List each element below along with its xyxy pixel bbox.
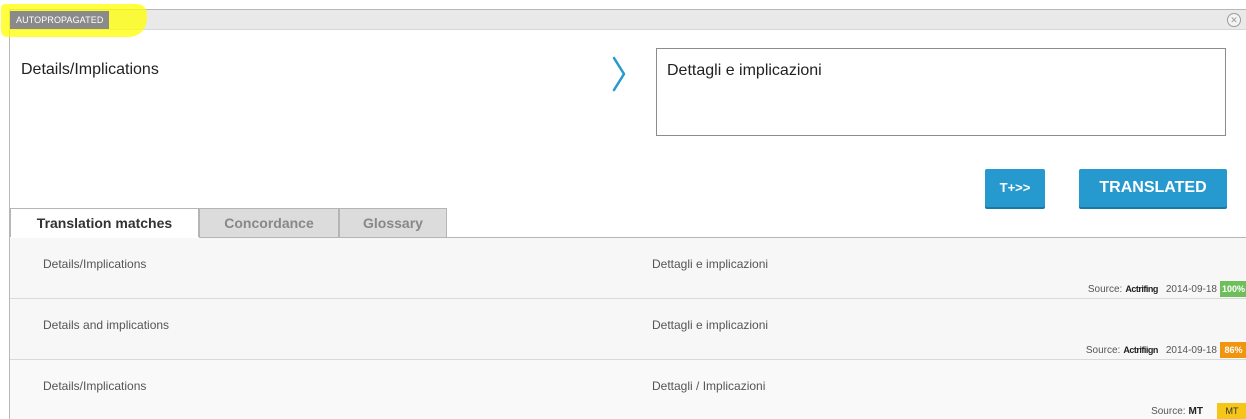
segment-header: AUTOPROPAGATED ✕: [1, 4, 1246, 37]
match-score-badge: MT: [1217, 403, 1246, 419]
match-source-text: Details and implications: [43, 318, 170, 332]
segment-editor: AUTOPROPAGATED ✕ Details/Implications De…: [1, 4, 1246, 419]
close-icon[interactable]: ✕: [1227, 13, 1241, 27]
match-author: Actrifing: [1125, 284, 1158, 294]
match-row[interactable]: Details/Implications Dettagli e implicaz…: [10, 238, 1246, 299]
source-segment-text: Details/Implications: [21, 61, 159, 78]
status-badge: AUTOPROPAGATED: [10, 11, 110, 29]
match-source-label: Source:: [1087, 283, 1123, 295]
match-source-text: Details/Implications: [43, 379, 147, 393]
match-row[interactable]: Details/Implications Dettagli / Implicaz…: [10, 360, 1246, 419]
match-meta: Source: MT MT: [1151, 403, 1246, 419]
translated-button[interactable]: TRANSLATED: [1079, 169, 1227, 207]
match-target-text: Dettagli e implicazioni: [652, 257, 769, 271]
match-score-badge: 86%: [1220, 342, 1246, 358]
match-score-badge: 100%: [1220, 281, 1246, 297]
chevron-right-icon[interactable]: [610, 54, 628, 94]
match-row[interactable]: Details and implications Dettagli e impl…: [10, 299, 1246, 360]
match-author: MT: [1188, 405, 1203, 417]
match-source-text: Details/Implications: [43, 257, 147, 271]
match-target-text: Dettagli / Implicazioni: [652, 379, 766, 393]
match-source-label: Source:: [1151, 405, 1186, 417]
tab-glossary[interactable]: Glossary: [339, 208, 447, 237]
match-target-text: Dettagli e implicazioni: [652, 318, 769, 332]
target-segment-editor[interactable]: Dettagli e implicazioni: [656, 48, 1226, 136]
match-meta: Source: Actrifing 2014-09-18 100%: [1088, 281, 1246, 297]
match-source-label: Source:: [1085, 344, 1121, 356]
match-date: 2014-09-18: [1165, 344, 1217, 356]
tab-translation-matches[interactable]: Translation matches: [10, 208, 199, 237]
tab-concordance[interactable]: Concordance: [199, 208, 339, 237]
copy-source-to-target-button[interactable]: T+>>: [985, 169, 1045, 207]
match-author: Actrifiign: [1123, 345, 1158, 355]
match-meta: Source: Actrifiign 2014-09-18 86%: [1086, 342, 1246, 358]
translation-matches-list: Details/Implications Dettagli e implicaz…: [10, 238, 1246, 419]
match-date: 2014-09-18: [1165, 283, 1217, 295]
